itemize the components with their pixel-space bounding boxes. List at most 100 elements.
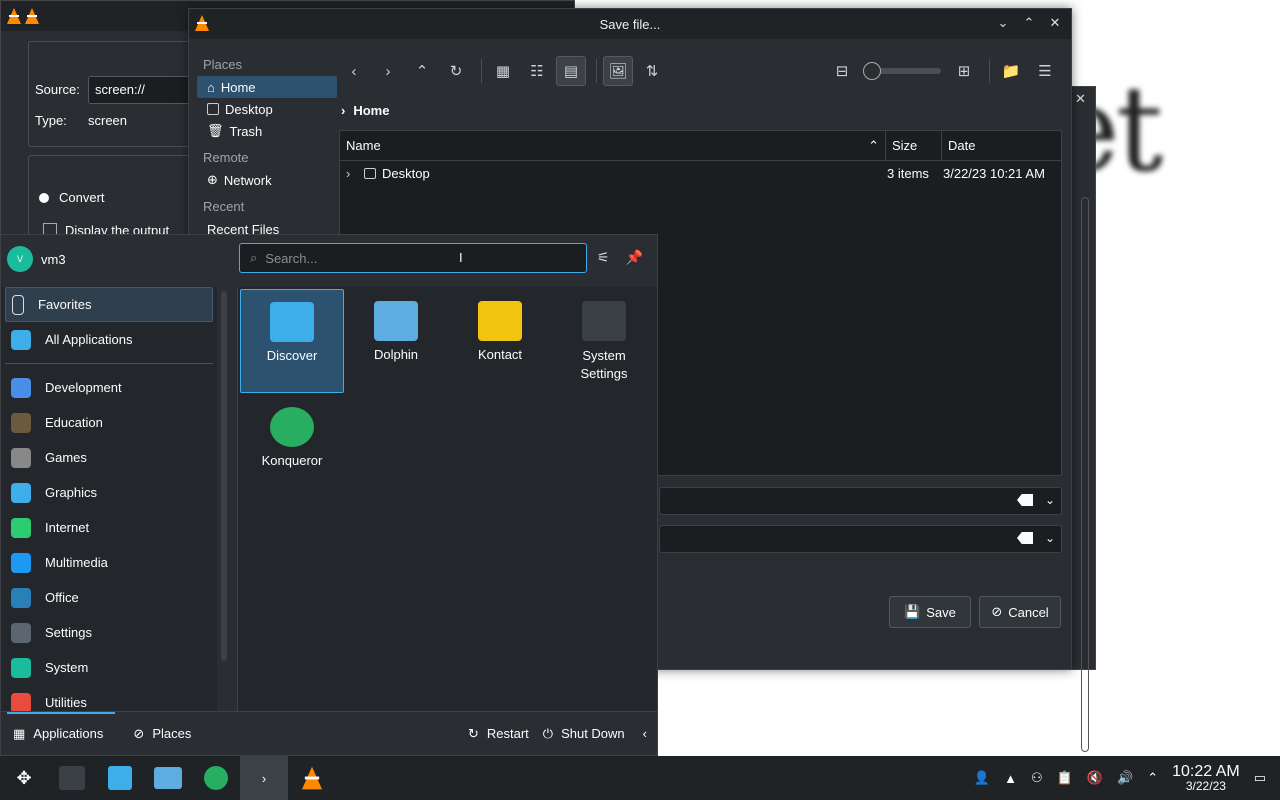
- search-input[interactable]: ⌕ Search... I: [239, 243, 587, 273]
- volume-icon[interactable]: 🔊: [1117, 770, 1133, 786]
- category-item[interactable]: Internet: [1, 510, 217, 545]
- chevron-right-icon: ›: [341, 103, 346, 118]
- clipboard-icon[interactable]: 📋: [1057, 770, 1073, 786]
- task-system-settings[interactable]: [48, 756, 96, 800]
- task-dolphin[interactable]: [144, 756, 192, 800]
- discover-icon: [108, 766, 132, 790]
- chevron-down-icon[interactable]: ⌄: [993, 13, 1013, 33]
- zoom-slider[interactable]: [863, 62, 941, 80]
- category-item[interactable]: All Applications: [1, 322, 217, 357]
- save-button[interactable]: 💾 Save: [889, 596, 971, 628]
- category-icon: [11, 377, 31, 398]
- new-folder-icon[interactable]: 📁: [996, 56, 1026, 86]
- breadcrumb[interactable]: › Home: [341, 103, 389, 118]
- scrollbar[interactable]: [1081, 197, 1089, 752]
- places-item-network[interactable]: ⊕ Network: [197, 169, 337, 191]
- category-label: Graphics: [45, 485, 98, 500]
- places-item-home[interactable]: ⌂ Home: [197, 76, 337, 98]
- app-icon: [478, 301, 522, 341]
- forward-icon[interactable]: ›: [373, 56, 403, 86]
- column-size[interactable]: Size: [886, 131, 942, 160]
- category-item[interactable]: Graphics: [1, 475, 217, 510]
- restart-button[interactable]: ↻ Restart: [468, 726, 529, 742]
- compact-view-icon[interactable]: ☷: [522, 56, 552, 86]
- chevron-down-icon[interactable]: ⌄: [1045, 531, 1055, 545]
- category-item[interactable]: Games: [1, 440, 217, 475]
- chevron-down-icon[interactable]: ⌄: [1045, 493, 1055, 507]
- app-tile[interactable]: Konqueror: [240, 395, 344, 499]
- shutdown-button[interactable]: ⏻ Shut Down: [543, 726, 625, 742]
- column-name[interactable]: Name ⌃: [340, 131, 886, 160]
- clock[interactable]: 10:22 AM 3/22/23: [1172, 763, 1240, 794]
- clear-icon[interactable]: [1017, 494, 1033, 506]
- chevron-up-icon[interactable]: ⌃: [1147, 770, 1158, 786]
- filter-combo[interactable]: ⌄: [659, 525, 1062, 553]
- category-item[interactable]: Office: [1, 580, 217, 615]
- icons-view-icon[interactable]: ▦: [488, 56, 518, 86]
- app-label: Konqueror: [261, 453, 323, 468]
- zoom-in-icon[interactable]: ⊞: [949, 56, 979, 86]
- expand-icon[interactable]: ›: [340, 166, 360, 181]
- tab-applications[interactable]: ▦ Applications: [13, 726, 103, 742]
- category-item[interactable]: Multimedia: [1, 545, 217, 580]
- category-item[interactable]: System: [1, 650, 217, 685]
- sort-icon[interactable]: ⇅: [637, 56, 667, 86]
- task-discover[interactable]: [96, 756, 144, 800]
- category-item[interactable]: Development: [1, 370, 217, 405]
- category-item[interactable]: Utilities: [1, 685, 217, 711]
- column-date[interactable]: Date: [942, 131, 1061, 160]
- category-icon: [11, 552, 31, 573]
- clock-time: 10:22 AM: [1172, 762, 1240, 780]
- clear-icon[interactable]: [1017, 532, 1033, 544]
- category-item[interactable]: Education: [1, 405, 217, 440]
- category-item[interactable]: Settings: [1, 615, 217, 650]
- category-icon: [11, 412, 31, 433]
- detail-view-icon[interactable]: ▤: [556, 56, 586, 86]
- category-item[interactable]: Favorites: [5, 287, 213, 322]
- pin-icon[interactable]: 📌: [626, 249, 643, 266]
- category-list: Favorites All Applications Development Educ…: [1, 287, 217, 711]
- up-icon[interactable]: ⌃: [407, 56, 437, 86]
- table-row[interactable]: › Desktop 3 items 3/22/23 10:21 AM: [340, 161, 1061, 185]
- places-item-desktop[interactable]: Desktop: [197, 98, 337, 120]
- volume-muted-icon[interactable]: 🔇: [1087, 770, 1103, 786]
- app-tile[interactable]: Discover: [240, 289, 344, 393]
- user-icon[interactable]: 👤: [974, 770, 990, 786]
- slider-knob[interactable]: [863, 62, 881, 80]
- task-konqueror[interactable]: [192, 756, 240, 800]
- radio-dot-icon: [39, 192, 49, 203]
- zoom-out-icon[interactable]: ⊟: [827, 56, 857, 86]
- filename-combo[interactable]: ⌄: [659, 487, 1062, 515]
- options-icon[interactable]: ☰: [1030, 56, 1060, 86]
- category-icon: [11, 517, 31, 538]
- breadcrumb-home[interactable]: Home: [353, 103, 389, 118]
- places-item-label: Desktop: [225, 101, 273, 117]
- konsole-icon: ›: [261, 770, 267, 786]
- configure-icon[interactable]: ⚟: [597, 249, 610, 266]
- close-icon[interactable]: ✕: [1075, 91, 1086, 107]
- avatar[interactable]: V: [7, 246, 33, 272]
- app-tile[interactable]: Kontact: [448, 289, 552, 393]
- reload-icon[interactable]: ↻: [441, 56, 471, 86]
- app-tile[interactable]: Dolphin: [344, 289, 448, 393]
- back-icon[interactable]: ‹: [339, 56, 369, 86]
- folder-icon: [364, 167, 376, 179]
- task-vlc[interactable]: [288, 756, 336, 800]
- cancel-button[interactable]: ⊘ Cancel: [979, 596, 1061, 628]
- show-desktop-icon[interactable]: ▭: [1254, 770, 1266, 786]
- chevron-up-icon[interactable]: ⌃: [1019, 13, 1039, 33]
- user-switch-icon[interactable]: ⚇: [1031, 770, 1043, 786]
- category-scrollbar[interactable]: [221, 291, 227, 661]
- tab-places[interactable]: ⊘ Places: [133, 726, 191, 742]
- places-item-trash[interactable]: 🗑 Trash: [197, 120, 337, 142]
- preview-icon[interactable]: 🖼: [603, 56, 633, 86]
- leave-button[interactable]: ‹: [643, 726, 647, 741]
- category-icon: [11, 657, 31, 678]
- app-tile[interactable]: System Settings: [552, 289, 656, 393]
- close-icon[interactable]: ✕: [1045, 13, 1065, 33]
- category-icon: [11, 482, 31, 503]
- convert-radio[interactable]: Convert: [39, 190, 105, 205]
- vlc-tray-icon[interactable]: ▲: [1004, 771, 1017, 786]
- launcher-button[interactable]: ✥: [0, 756, 48, 800]
- task-konsole[interactable]: ›: [240, 756, 288, 800]
